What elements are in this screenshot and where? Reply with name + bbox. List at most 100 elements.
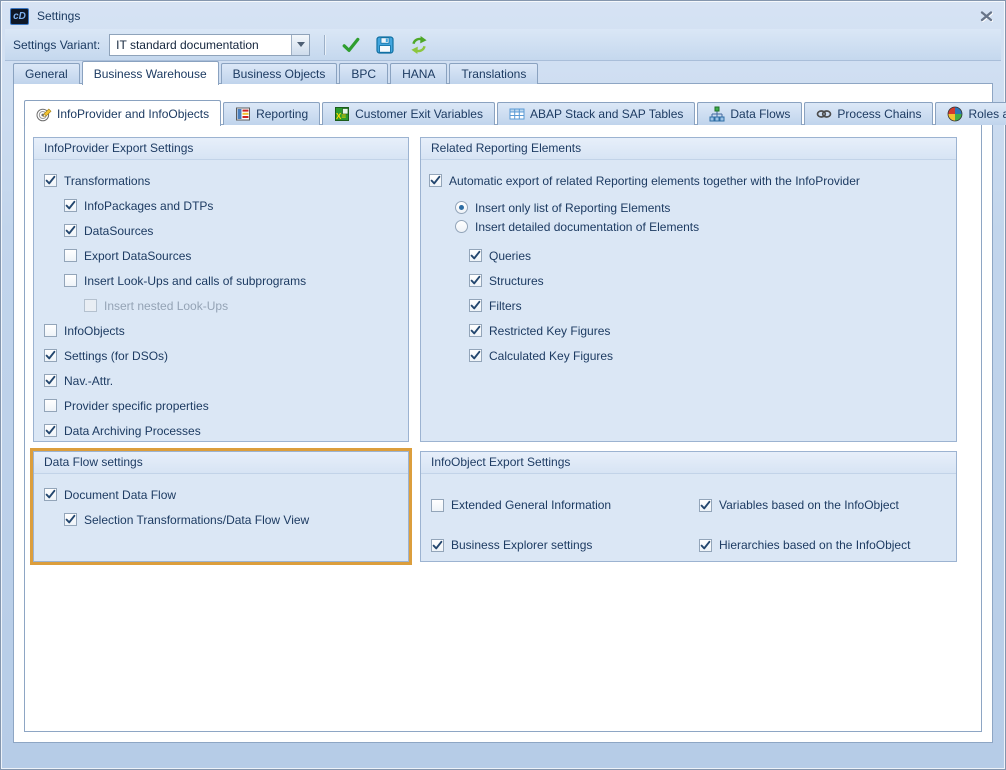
subtab-abap-stack-and-sap-tables[interactable]: ABAP Stack and SAP Tables bbox=[497, 102, 695, 125]
checkbox-label: DataSources bbox=[84, 224, 153, 238]
tab-bpc[interactable]: BPC bbox=[339, 63, 388, 84]
group-title: InfoProvider Export Settings bbox=[34, 138, 408, 160]
tab-label: General bbox=[25, 67, 68, 81]
checkbox-insert-nested-look-ups[interactable] bbox=[84, 299, 97, 312]
group-title: Data Flow settings bbox=[34, 452, 408, 474]
checkbox-label: Structures bbox=[489, 274, 544, 288]
group-body: Document Data FlowSelection Transformati… bbox=[34, 474, 408, 532]
group-title: InfoObject Export Settings bbox=[421, 452, 956, 474]
radio-label: Insert only list of Reporting Elements bbox=[475, 201, 670, 215]
tab-label: Data Flows bbox=[730, 107, 790, 121]
checkbox-row: Extended General Information bbox=[421, 493, 689, 518]
checkbox-filters[interactable] bbox=[469, 299, 482, 312]
tab-business-objects[interactable]: Business Objects bbox=[221, 63, 338, 84]
subtab-customer-exit-variables[interactable]: X=Customer Exit Variables bbox=[322, 102, 495, 125]
checkbox-row: Settings (for DSOs) bbox=[34, 343, 408, 368]
checkbox-row: Calculated Key Figures bbox=[421, 343, 956, 368]
checkbox-export-datasources[interactable] bbox=[64, 249, 77, 262]
tab-business-warehouse[interactable]: Business Warehouse bbox=[82, 61, 219, 85]
checkbox-structures[interactable] bbox=[469, 274, 482, 287]
checkbox-row: InfoObjects bbox=[34, 318, 408, 343]
tab-general[interactable]: General bbox=[13, 63, 80, 84]
checkbox-document-data-flow[interactable] bbox=[44, 488, 57, 501]
titlebar: cD Settings bbox=[5, 3, 1001, 29]
checkbox-label: Provider specific properties bbox=[64, 399, 209, 413]
subtab-reporting[interactable]: Reporting bbox=[223, 102, 320, 125]
checkbox-restricted-key-figures[interactable] bbox=[469, 324, 482, 337]
tab-label: Roles and Authorizations bbox=[968, 107, 1006, 121]
checkbox-label: Document Data Flow bbox=[64, 488, 176, 502]
checkbox-datasources[interactable] bbox=[64, 224, 77, 237]
svg-text:X=: X= bbox=[336, 112, 346, 121]
toolbar: Settings Variant: IT standard documentat… bbox=[5, 29, 1001, 61]
checkbox-hierarchies-based-on-the-infoobject[interactable] bbox=[699, 539, 712, 552]
checkbox-insert-look-ups-and-calls-of-subprograms[interactable] bbox=[64, 274, 77, 287]
toolbar-buttons bbox=[338, 32, 432, 57]
settings-variant-select[interactable]: IT standard documentation bbox=[109, 34, 310, 56]
checkbox-label: Restricted Key Figures bbox=[489, 324, 610, 338]
app-logo-text: cD bbox=[13, 9, 26, 24]
radio-label: Insert detailed documentation of Element… bbox=[475, 220, 699, 234]
checkbox-label: InfoPackages and DTPs bbox=[84, 199, 213, 213]
checkbox-calculated-key-figures[interactable] bbox=[469, 349, 482, 362]
chevron-down-icon[interactable] bbox=[291, 35, 309, 55]
checkbox-row: InfoPackages and DTPs bbox=[34, 193, 408, 218]
checkbox-row: Document Data Flow bbox=[34, 482, 408, 507]
checkbox-label: Calculated Key Figures bbox=[489, 349, 613, 363]
checkbox-settings-for-dsos[interactable] bbox=[44, 349, 57, 362]
checkbox-label: Filters bbox=[489, 299, 522, 313]
checkbox-variables-based-on-the-infoobject[interactable] bbox=[699, 499, 712, 512]
customer-exit-icon: X= bbox=[334, 106, 350, 122]
tab-hana[interactable]: HANA bbox=[390, 63, 447, 84]
checkbox-infopackages-and-dtps[interactable] bbox=[64, 199, 77, 212]
checkbox-automatic-export-of-related-reporting-elements-together-with-the-infoprovider[interactable] bbox=[429, 174, 442, 187]
checkbox-selection-transformations-data-flow-view[interactable] bbox=[64, 513, 77, 526]
tab-translations[interactable]: Translations bbox=[449, 63, 538, 84]
checkbox-label: Queries bbox=[489, 249, 531, 263]
radio-insert-only-list-of-reporting-elements[interactable] bbox=[455, 201, 468, 214]
group-infoobject-export-settings: InfoObject Export Settings Extended Gene… bbox=[420, 451, 957, 562]
checkbox-row: Export DataSources bbox=[34, 243, 408, 268]
checkbox-nav-attr[interactable] bbox=[44, 374, 57, 387]
checkbox-row: Hierarchies based on the InfoObject bbox=[689, 533, 910, 558]
dual-row: Business Explorer settings Hierarchies ba… bbox=[421, 528, 956, 562]
checkbox-infoobjects[interactable] bbox=[44, 324, 57, 337]
toolbar-save-button[interactable] bbox=[372, 32, 398, 57]
tab-label: Process Chains bbox=[837, 107, 921, 121]
checkbox-row: Filters bbox=[421, 293, 956, 318]
checkbox-label: Insert nested Look-Ups bbox=[104, 299, 228, 313]
checkbox-label: Business Explorer settings bbox=[451, 538, 592, 552]
settings-variant-value: IT standard documentation bbox=[110, 35, 291, 55]
subtab-process-chains[interactable]: Process Chains bbox=[804, 102, 933, 125]
tab-label: Business Objects bbox=[233, 67, 326, 81]
checkbox-row: Automatic export of related Reporting el… bbox=[421, 168, 956, 193]
checkbox-business-explorer-settings[interactable] bbox=[431, 539, 444, 552]
subtab-data-flows[interactable]: Data Flows bbox=[697, 102, 802, 125]
checkbox-provider-specific-properties[interactable] bbox=[44, 399, 57, 412]
business-warehouse-tab-page: InfoProvider and InfoObjectsReportingX=C… bbox=[13, 83, 993, 743]
checkbox-transformations[interactable] bbox=[44, 174, 57, 187]
subtab-infoprovider-and-infoobjects[interactable]: InfoProvider and InfoObjects bbox=[24, 100, 221, 126]
checkbox-label: Hierarchies based on the InfoObject bbox=[719, 538, 910, 552]
tab-label: BPC bbox=[351, 67, 376, 81]
checkbox-row: Insert nested Look-Ups bbox=[34, 293, 408, 318]
group-related-reporting-elements: Related Reporting Elements Automatic exp… bbox=[420, 137, 957, 442]
close-button[interactable] bbox=[976, 7, 996, 25]
toolbar-refresh-button[interactable] bbox=[406, 32, 432, 57]
radio-insert-detailed-documentation-of-elements[interactable] bbox=[455, 220, 468, 233]
tab-label: Translations bbox=[461, 67, 526, 81]
tab-label: InfoProvider and InfoObjects bbox=[57, 107, 209, 121]
settings-variant-label: Settings Variant: bbox=[13, 38, 100, 52]
infoprovider-icon bbox=[36, 106, 52, 122]
checkbox-label: Insert Look-Ups and calls of subprograms bbox=[84, 274, 306, 288]
tab-label: HANA bbox=[402, 67, 435, 81]
checkbox-queries[interactable] bbox=[469, 249, 482, 262]
toolbar-apply-button[interactable] bbox=[338, 32, 364, 57]
checkbox-label: Data Archiving Processes bbox=[64, 424, 201, 438]
checkbox-data-archiving-processes[interactable] bbox=[44, 424, 57, 437]
checkbox-extended-general-information[interactable] bbox=[431, 499, 444, 512]
sub-tab-bar: InfoProvider and InfoObjects ReportingX=C… bbox=[24, 102, 1006, 125]
subtab-roles-and-authorizations[interactable]: Roles and Authorizations bbox=[935, 102, 1006, 125]
checkbox-label: Extended General Information bbox=[451, 498, 611, 512]
checkbox-label: Export DataSources bbox=[84, 249, 191, 263]
